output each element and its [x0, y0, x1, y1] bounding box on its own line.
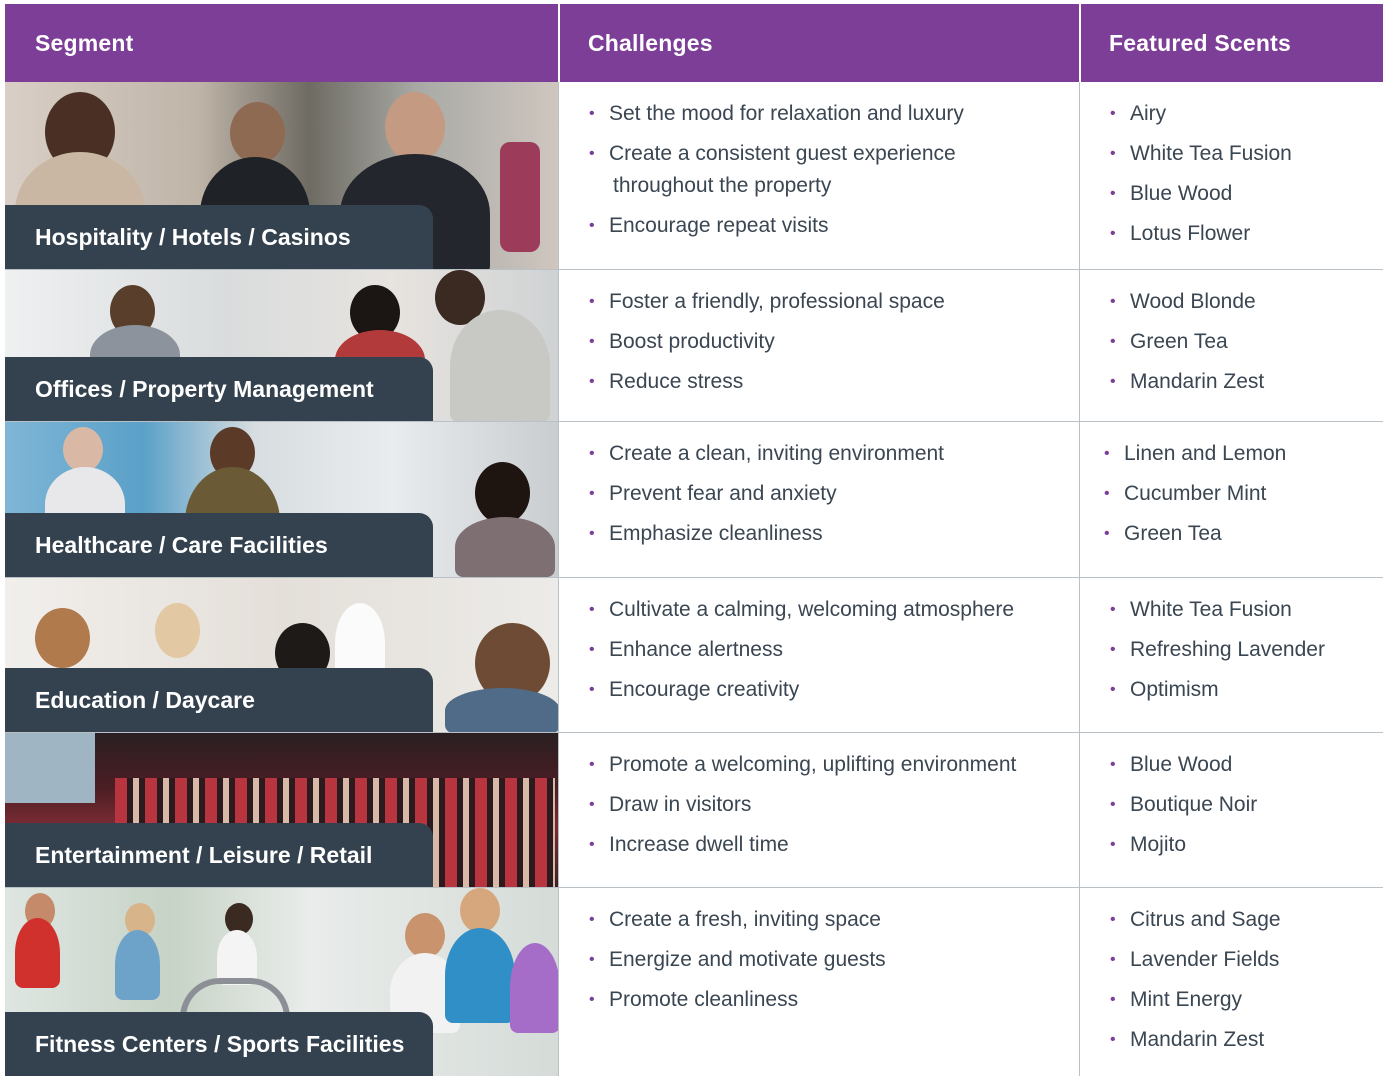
table-row: Fitness Centers / Sports Facilities Crea…	[5, 888, 1383, 1076]
challenges-list: Cultivate a calming, welcoming atmospher…	[587, 594, 1014, 714]
header-challenges: Challenges	[588, 29, 713, 56]
column-divider	[1079, 270, 1080, 421]
challenge-item: Enhance alertness	[587, 634, 1014, 666]
scents-list: Airy White Tea Fusion Blue Wood Lotus Fl…	[1108, 98, 1292, 258]
segment-label: Hospitality / Hotels / Casinos	[5, 205, 433, 269]
column-divider	[1079, 733, 1080, 887]
column-divider	[558, 733, 559, 887]
challenge-item: Cultivate a calming, welcoming atmospher…	[587, 594, 1014, 626]
scent-item: Citrus and Sage	[1108, 904, 1281, 936]
challenge-item: Reduce stress	[587, 366, 945, 398]
scents-list: White Tea Fusion Refreshing Lavender Opt…	[1108, 594, 1325, 714]
column-divider	[1079, 578, 1080, 732]
table-row: Healthcare / Care Facilities Create a cl…	[5, 422, 1383, 578]
challenge-item: Create a clean, inviting environment	[587, 438, 944, 470]
header-featured-scents: Featured Scents	[1109, 29, 1291, 56]
scent-item: Airy	[1108, 98, 1292, 130]
table-row: Education / Daycare Cultivate a calming,…	[5, 578, 1383, 733]
segment-label: Offices / Property Management	[5, 357, 433, 421]
challenge-item: Prevent fear and anxiety	[587, 478, 944, 510]
column-divider	[558, 888, 559, 1076]
column-divider	[1079, 422, 1080, 577]
scent-item: Linen and Lemon	[1102, 438, 1286, 470]
challenges-list: Create a clean, inviting environment Pre…	[587, 438, 944, 558]
scent-item: Boutique Noir	[1108, 789, 1257, 821]
scent-item: Green Tea	[1108, 326, 1264, 358]
segment-cell: Entertainment / Leisure / Retail	[5, 733, 558, 887]
scent-item: Mandarin Zest	[1108, 366, 1264, 398]
scents-list: Citrus and Sage Lavender Fields Mint Ene…	[1108, 904, 1281, 1064]
challenge-item: Increase dwell time	[587, 829, 1016, 861]
scent-item: Mint Energy	[1108, 984, 1281, 1016]
scent-item: Blue Wood	[1108, 749, 1257, 781]
segment-cell: Healthcare / Care Facilities	[5, 422, 558, 577]
scent-item: Lavender Fields	[1108, 944, 1281, 976]
segment-label: Entertainment / Leisure / Retail	[5, 823, 433, 887]
column-divider	[558, 270, 559, 421]
challenges-list: Create a fresh, inviting space Energize …	[587, 904, 886, 1024]
challenges-list: Foster a friendly, professional space Bo…	[587, 286, 945, 406]
scent-item: Green Tea	[1102, 518, 1286, 550]
challenge-item: Create a consistent guest experience thro…	[587, 138, 964, 202]
challenge-item: Promote a welcoming, uplifting environme…	[587, 749, 1016, 781]
challenge-item-line: Create a consistent guest experience	[609, 142, 956, 165]
table-row: Hospitality / Hotels / Casinos Set the m…	[5, 82, 1383, 270]
header-segment: Segment	[35, 29, 134, 56]
challenge-item-line: throughout the property	[613, 174, 832, 197]
scent-item: Wood Blonde	[1108, 286, 1264, 318]
scent-item: Lotus Flower	[1108, 218, 1292, 250]
challenge-item: Foster a friendly, professional space	[587, 286, 945, 318]
challenge-item: Encourage creativity	[587, 674, 1014, 706]
header-divider	[1079, 4, 1081, 82]
segment-label: Education / Daycare	[5, 668, 433, 732]
segment-label: Healthcare / Care Facilities	[5, 513, 433, 577]
challenges-list: Promote a welcoming, uplifting environme…	[587, 749, 1016, 869]
segment-cell: Hospitality / Hotels / Casinos	[5, 82, 558, 269]
column-divider	[1079, 888, 1080, 1076]
challenge-item: Draw in visitors	[587, 789, 1016, 821]
scent-item: Optimism	[1108, 674, 1325, 706]
table-row: Offices / Property Management Foster a f…	[5, 270, 1383, 422]
scent-item: Blue Wood	[1108, 178, 1292, 210]
scent-item: Refreshing Lavender	[1108, 634, 1325, 666]
segment-label: Fitness Centers / Sports Facilities	[5, 1012, 433, 1076]
challenge-item: Encourage repeat visits	[587, 210, 964, 242]
scents-list: Blue Wood Boutique Noir Mojito	[1108, 749, 1257, 869]
column-divider	[558, 578, 559, 732]
challenges-list: Set the mood for relaxation and luxury C…	[587, 98, 964, 250]
scent-item: White Tea Fusion	[1108, 594, 1325, 626]
challenge-item: Energize and motivate guests	[587, 944, 886, 976]
challenge-item: Emphasize cleanliness	[587, 518, 944, 550]
column-divider	[1079, 82, 1080, 269]
challenge-item: Create a fresh, inviting space	[587, 904, 886, 936]
segment-cell: Offices / Property Management	[5, 270, 558, 421]
column-divider	[558, 422, 559, 577]
scent-item: Cucumber Mint	[1102, 478, 1286, 510]
header-divider	[558, 4, 560, 82]
table-row: Entertainment / Leisure / Retail Promote…	[5, 733, 1383, 888]
segment-cell: Education / Daycare	[5, 578, 558, 732]
scent-item: White Tea Fusion	[1108, 138, 1292, 170]
scents-list: Wood Blonde Green Tea Mandarin Zest	[1108, 286, 1264, 406]
scent-item: Mandarin Zest	[1108, 1024, 1281, 1056]
scent-item: Mojito	[1108, 829, 1257, 861]
challenge-item: Promote cleanliness	[587, 984, 886, 1016]
challenge-item: Set the mood for relaxation and luxury	[587, 98, 964, 130]
challenge-item: Boost productivity	[587, 326, 945, 358]
column-divider	[558, 82, 559, 269]
scents-list: Linen and Lemon Cucumber Mint Green Tea	[1102, 438, 1286, 558]
table-header: Segment Challenges Featured Scents	[5, 4, 1383, 82]
segment-cell: Fitness Centers / Sports Facilities	[5, 888, 558, 1076]
